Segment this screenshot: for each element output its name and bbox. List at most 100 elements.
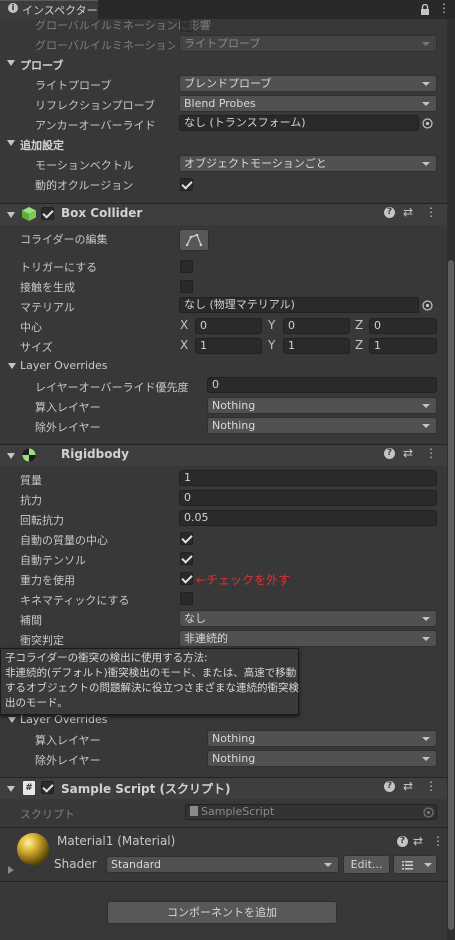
center-x-field[interactable]: 0: [195, 318, 262, 334]
additional-title: 追加設定: [20, 139, 64, 152]
layer-priority-field[interactable]: 0: [207, 377, 437, 393]
box-collider-icon: [22, 207, 36, 221]
center-y-field[interactable]: 0: [283, 318, 350, 334]
script-label: スクリプト: [20, 808, 75, 821]
anchor-override-label: アンカーオーバーライド: [35, 119, 156, 132]
material-divider: [0, 827, 447, 828]
tooltip-line-4: 出のモード。: [5, 697, 68, 709]
rigidbody-icon: [22, 448, 36, 462]
box-collider-fold-icon[interactable]: [7, 212, 15, 218]
provides-contacts-label: 接触を生成: [20, 281, 75, 294]
interpolate-dropdown[interactable]: なし: [179, 610, 437, 627]
lock-icon[interactable]: [420, 4, 430, 15]
is-trigger-label: トリガーにする: [20, 261, 98, 274]
shader-edit-button[interactable]: Edit...: [343, 855, 390, 874]
use-gravity-label: 重力を使用: [20, 574, 75, 587]
help-icon[interactable]: ?: [384, 448, 395, 459]
box-collider-header[interactable]: Box Collider ? ⇄ ⋮: [0, 203, 447, 225]
presets-icon[interactable]: ⇄: [403, 779, 413, 793]
angular-drag-field[interactable]: 0.05: [179, 510, 437, 526]
rigidbody-header[interactable]: Rigidbody ? ⇄ ⋮: [0, 444, 447, 466]
component-menu-icon[interactable]: ⋮: [432, 834, 444, 848]
help-icon[interactable]: ?: [384, 781, 395, 792]
mass-field[interactable]: 1: [179, 470, 437, 486]
presets-icon[interactable]: ⇄: [413, 834, 423, 848]
probes-fold-icon[interactable]: [7, 60, 15, 66]
reflection-probe-dropdown[interactable]: Blend Probes: [179, 95, 437, 112]
rb-include-layers-label: 算入レイヤー: [35, 734, 101, 747]
add-component-button[interactable]: コンポーネントを追加: [107, 901, 337, 924]
gi-contribute-checkbox[interactable]: [180, 19, 193, 32]
object-picker-icon[interactable]: [422, 118, 433, 129]
rb-include-layers-dropdown[interactable]: Nothing: [207, 730, 437, 747]
probes-title: プローブ: [20, 59, 64, 72]
size-y-field[interactable]: 1: [283, 338, 350, 354]
auto-center-of-mass-checkbox[interactable]: [180, 532, 193, 545]
drag-field[interactable]: 0: [179, 490, 437, 506]
shader-list-button[interactable]: [393, 855, 437, 874]
layer-priority-label: レイヤーオーバーライド優先度: [35, 381, 189, 394]
dynamic-occlusion-checkbox[interactable]: [180, 178, 193, 191]
gi-receive-dropdown[interactable]: ライトプローブ: [179, 35, 437, 52]
physics-material-field[interactable]: なし (物理マテリアル): [179, 297, 419, 313]
size-x-label: X: [180, 338, 189, 352]
rigidbody-title: Rigidbody: [61, 447, 129, 461]
light-probe-dropdown[interactable]: ブレンドプローブ: [179, 75, 437, 92]
help-icon[interactable]: ?: [397, 836, 408, 847]
auto-center-of-mass-label: 自動の質量の中心: [20, 534, 108, 547]
angular-drag-label: 回転抗力: [20, 514, 64, 527]
scrollbar-thumb[interactable]: [448, 260, 454, 930]
sample-script-header[interactable]: # Sample Script (スクリプト) ? ⇄ ⋮: [0, 777, 447, 799]
is-kinematic-checkbox[interactable]: [180, 592, 193, 605]
motion-vectors-dropdown[interactable]: オブジェクトモーションごと: [179, 155, 437, 172]
object-picker-icon: [423, 807, 434, 818]
shader-dropdown[interactable]: Standard: [106, 856, 339, 873]
tab-menu-icon[interactable]: ⋮: [438, 1, 450, 15]
sample-script-enabled-checkbox[interactable]: [41, 781, 54, 794]
additional-fold-icon[interactable]: [7, 140, 15, 146]
rigidbody-fold-icon[interactable]: [7, 453, 15, 459]
size-x-field[interactable]: 1: [195, 338, 262, 354]
box-collider-title: Box Collider: [61, 206, 143, 220]
info-icon: i: [8, 3, 18, 13]
use-gravity-checkbox[interactable]: [180, 572, 193, 585]
component-menu-icon[interactable]: ⋮: [425, 446, 437, 460]
rb-layer-overrides-fold-icon[interactable]: [8, 717, 16, 723]
tooltip-line-2: 非連続的(デフォルト)衝突検出のモード、または、高速で移動: [5, 667, 297, 679]
is-kinematic-label: キネマティックにする: [20, 594, 130, 607]
center-y-label: Y: [268, 318, 276, 332]
presets-icon[interactable]: ⇄: [403, 205, 413, 219]
auto-tensor-checkbox[interactable]: [180, 552, 193, 565]
exclude-layers-label: 除外レイヤー: [35, 421, 101, 434]
size-z-field[interactable]: 1: [369, 338, 437, 354]
rb-exclude-layers-dropdown[interactable]: Nothing: [207, 750, 437, 767]
auto-tensor-label: 自動テンソル: [20, 554, 86, 567]
interpolate-label: 補間: [20, 614, 42, 627]
exclude-layers-dropdown[interactable]: Nothing: [207, 417, 437, 434]
sample-script-fold-icon[interactable]: [7, 786, 15, 792]
layer-overrides-fold-icon[interactable]: [8, 363, 16, 369]
presets-icon[interactable]: ⇄: [403, 446, 413, 460]
help-icon[interactable]: ?: [384, 207, 395, 218]
sample-script-title: Sample Script (スクリプト): [61, 782, 231, 796]
center-x-label: X: [180, 318, 189, 332]
box-collider-enabled-checkbox[interactable]: [41, 207, 54, 220]
dynamic-occlusion-label: 動的オクルージョン: [35, 179, 134, 192]
object-picker-icon[interactable]: [422, 300, 433, 311]
include-layers-dropdown[interactable]: Nothing: [207, 397, 437, 414]
material-expand-icon[interactable]: [8, 866, 14, 874]
provides-contacts-checkbox[interactable]: [180, 280, 193, 293]
script-field-value: SampleScript: [201, 805, 275, 818]
center-label: 中心: [20, 321, 42, 334]
size-label: サイズ: [20, 341, 53, 354]
edit-collider-icon: [185, 233, 203, 247]
tooltip-line-1: 子コライダーの衝突の検出に使用する方法:: [5, 652, 208, 664]
component-menu-icon[interactable]: ⋮: [425, 779, 437, 793]
edit-collider-button[interactable]: [179, 229, 209, 251]
drag-label: 抗力: [20, 494, 42, 507]
anchor-override-field[interactable]: なし (トランスフォーム): [179, 115, 419, 131]
collision-detection-dropdown[interactable]: 非連続的: [179, 630, 437, 647]
is-trigger-checkbox[interactable]: [180, 260, 193, 273]
center-z-field[interactable]: 0: [369, 318, 437, 334]
component-menu-icon[interactable]: ⋮: [425, 205, 437, 219]
